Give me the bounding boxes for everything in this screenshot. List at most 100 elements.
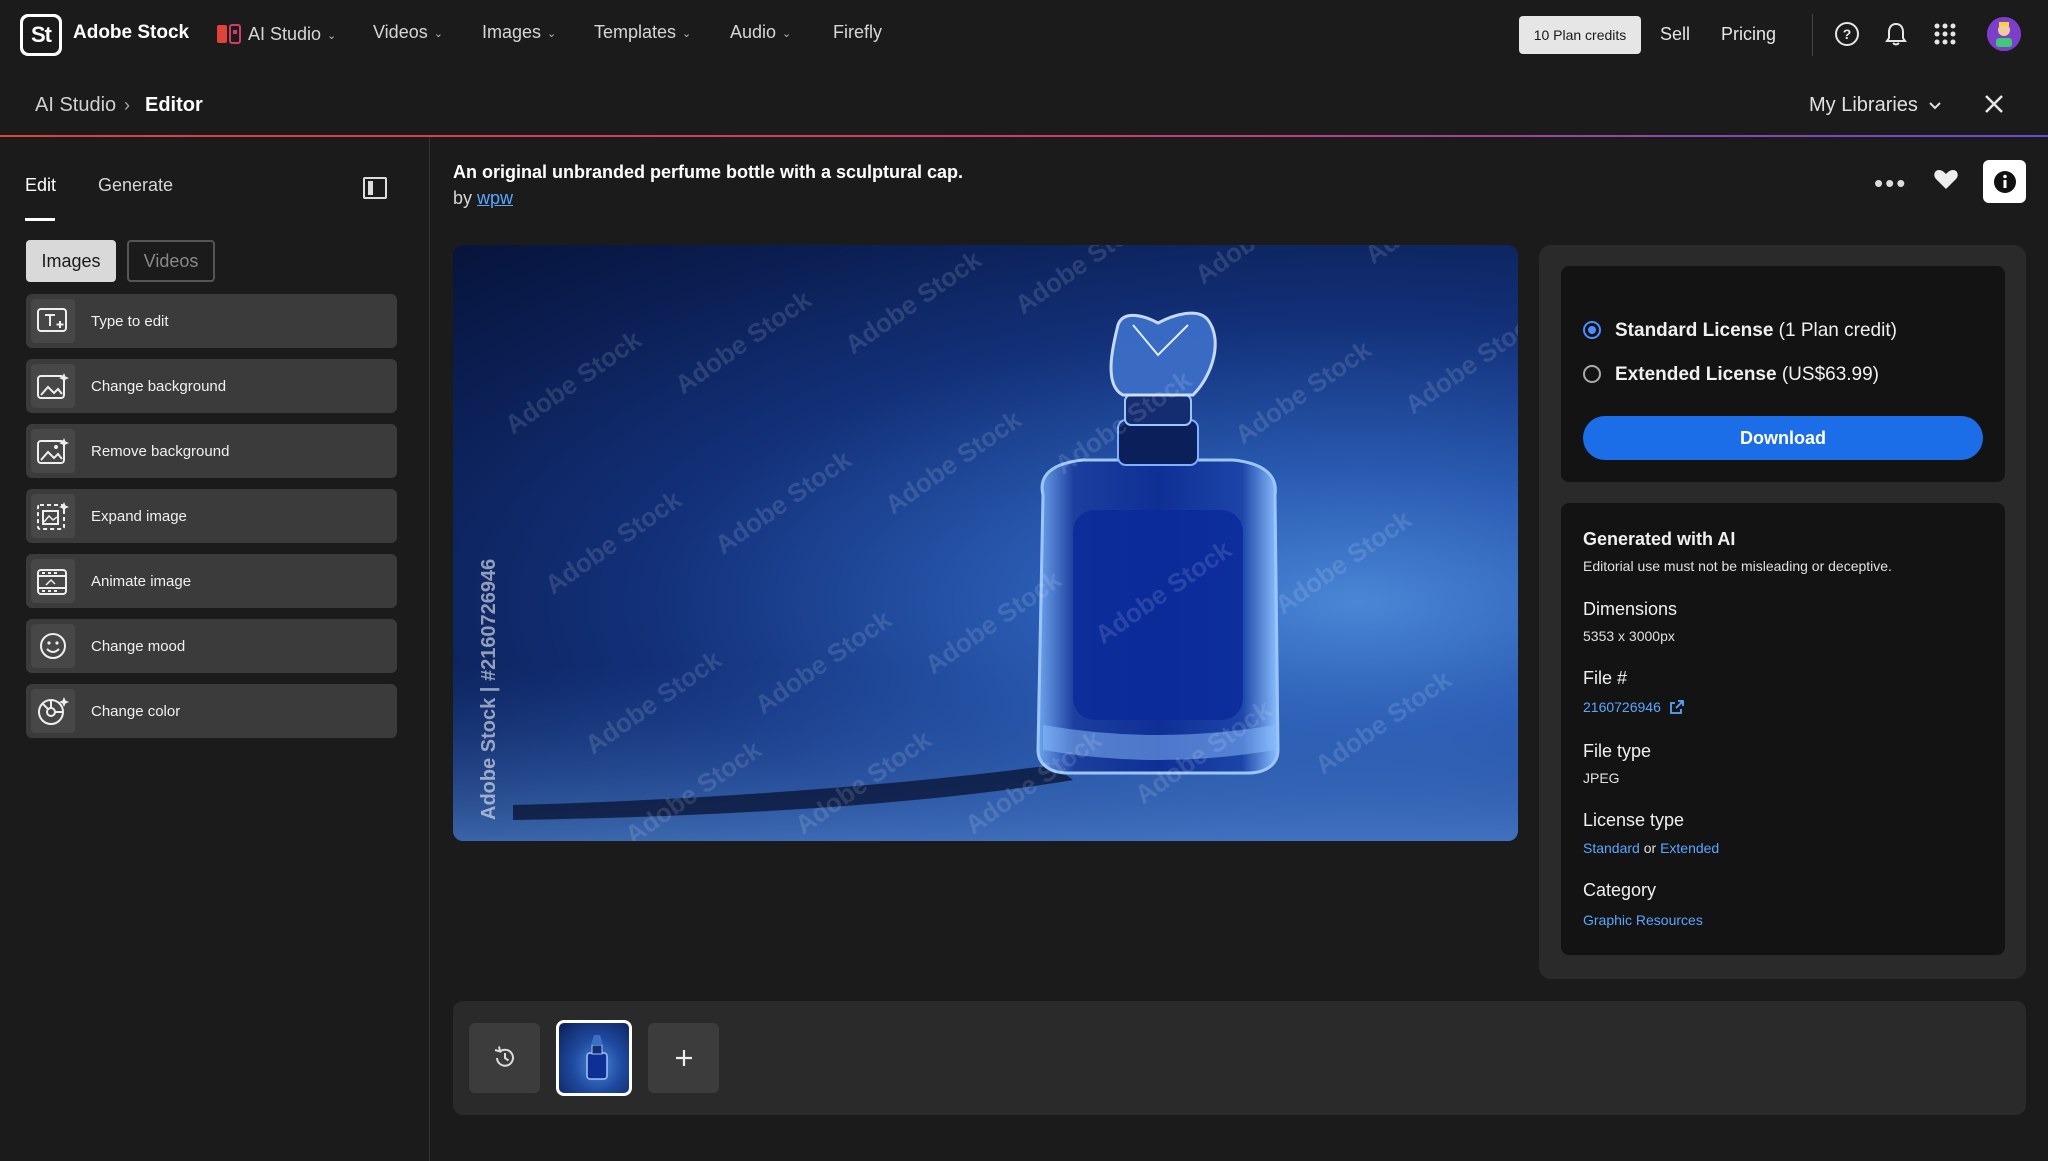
tool-change-mood[interactable]: Change mood <box>26 619 397 673</box>
chevron-right-icon: › <box>124 95 130 115</box>
category-link[interactable]: Graphic Resources <box>1583 912 1703 928</box>
asset-byline: by wpw <box>453 188 513 209</box>
standard-license-price: (1 Plan credit) <box>1778 320 1897 341</box>
plus-icon <box>675 1050 692 1066</box>
extended-license-radio[interactable] <box>1583 365 1601 383</box>
tool-label: Type to edit <box>91 312 169 330</box>
sell-link[interactable]: Sell <box>1660 24 1690 45</box>
panel-collapse-icon[interactable] <box>363 177 387 199</box>
my-libraries-dropdown[interactable]: My Libraries <box>1809 94 1942 117</box>
extended-license-name: Extended License <box>1615 364 1777 385</box>
info-icon <box>1993 170 2016 193</box>
watermark-tile: Adobe Stock <box>1359 245 1507 270</box>
extended-license-label[interactable]: Extended License (US$63.99) <box>1615 364 1879 386</box>
file-number-row[interactable]: 2160726946 <box>1583 699 1685 715</box>
tool-label: Animate image <box>91 572 192 590</box>
brand-name[interactable]: Adobe Stock <box>73 22 189 44</box>
thumbnail-image <box>586 1035 608 1080</box>
close-icon[interactable] <box>1980 90 2008 118</box>
watermark-tile: Adobe Stock <box>879 404 1027 520</box>
watermark-tile: Adobe Stock <box>839 245 987 360</box>
nav-images[interactable]: Images ⌄ <box>482 22 556 43</box>
external-link-icon[interactable] <box>1669 699 1685 715</box>
image-sparkle-icon <box>31 364 75 408</box>
nav-label: AI Studio <box>248 23 322 44</box>
chevron-down-icon <box>1929 101 1941 109</box>
chevron-down-icon: ⌄ <box>433 28 443 40</box>
nav-templates[interactable]: Templates ⌄ <box>594 22 691 43</box>
tool-animate-image[interactable]: Animate image <box>26 554 397 608</box>
breadcrumb-bar <box>0 68 2048 136</box>
watermark-tile: Adobe Stock <box>499 324 647 440</box>
dimensions-value: 5353 x 3000px <box>1583 628 1675 644</box>
history-button[interactable] <box>469 1023 540 1093</box>
active-tab-indicator <box>25 218 55 221</box>
version-thumbnail[interactable] <box>556 1020 632 1096</box>
segment-images[interactable]: Images <box>26 240 116 282</box>
watermark-tile: Adobe Stock <box>1269 504 1417 620</box>
tool-label: Change color <box>91 702 181 720</box>
segment-videos[interactable]: Videos <box>127 240 215 282</box>
watermark-tile: Adobe Stock <box>709 444 857 560</box>
standard-link[interactable]: Standard <box>1583 840 1640 856</box>
adobe-stock-logo[interactable]: St <box>20 14 62 56</box>
user-avatar[interactable] <box>1987 17 2021 51</box>
download-button[interactable]: Download <box>1583 416 1983 460</box>
standard-license-label[interactable]: Standard License (1 Plan credit) <box>1615 320 1897 342</box>
file-type-value: JPEG <box>1583 770 1620 786</box>
chevron-down-icon: ⌄ <box>782 28 792 40</box>
tool-expand-image[interactable]: Expand image <box>26 489 397 543</box>
smiley-icon <box>31 624 75 668</box>
color-palette-icon <box>31 689 75 733</box>
bell-icon[interactable] <box>1882 20 1910 48</box>
nav-firefly[interactable]: Firefly <box>833 22 882 43</box>
license-type-label: License type <box>1583 810 1685 830</box>
pricing-link[interactable]: Pricing <box>1721 24 1776 45</box>
heart-icon[interactable] <box>1933 166 1959 192</box>
top-navigation: St Adobe Stock AI Studio ⌄ Videos ⌄ Imag… <box>0 0 2048 68</box>
extended-license-price: (US$63.99) <box>1781 364 1880 385</box>
watermark-tile: Adobe Stock <box>1399 304 1518 420</box>
tab-generate[interactable]: Generate <box>98 175 173 196</box>
chevron-down-icon: ⌄ <box>547 28 557 40</box>
animate-image-icon <box>31 559 75 603</box>
standard-license-name: Standard License <box>1615 320 1774 341</box>
category-label: Category <box>1583 880 1657 900</box>
my-libraries-label: My Libraries <box>1809 94 1918 116</box>
file-number-link[interactable]: 2160726946 <box>1583 699 1661 715</box>
add-version-button[interactable] <box>648 1023 719 1093</box>
plan-credits-badge[interactable]: 10 Plan credits <box>1519 16 1641 54</box>
tool-change-background[interactable]: Change background <box>26 359 397 413</box>
license-or: or <box>1643 840 1657 856</box>
tool-label: Change background <box>91 377 227 395</box>
more-options-icon[interactable]: ••• <box>1874 168 1907 199</box>
nav-label: Videos <box>373 22 428 42</box>
watermark-tile: Adobe Stock <box>1189 245 1337 290</box>
author-link[interactable]: wpw <box>477 188 513 208</box>
image-preview[interactable]: Adobe Stock Adobe Stock Adobe Stock Adob… <box>453 245 1518 841</box>
extended-link[interactable]: Extended <box>1660 840 1719 856</box>
nav-label: Images <box>482 22 542 42</box>
watermark-tile: Adobe Stock <box>669 284 817 400</box>
nav-ai-studio[interactable]: AI Studio ⌄ <box>216 22 336 46</box>
chevron-down-icon: ⌄ <box>327 29 337 42</box>
tool-remove-background[interactable]: Remove background <box>26 424 397 478</box>
tab-edit[interactable]: Edit <box>25 175 56 196</box>
tool-label: Change mood <box>91 637 186 655</box>
tool-type-to-edit[interactable]: Type to edit <box>26 294 397 348</box>
watermark-tile: Adobe Stock <box>539 484 687 600</box>
tool-change-color[interactable]: Change color <box>26 684 397 738</box>
nav-videos[interactable]: Videos ⌄ <box>373 22 443 43</box>
standard-license-radio[interactable] <box>1583 321 1601 339</box>
breadcrumb-editor: Editor <box>145 94 203 116</box>
logo-mark: St <box>23 17 59 53</box>
info-button[interactable] <box>1983 160 2026 203</box>
license-type-value: Standard or Extended <box>1583 840 1719 856</box>
nav-audio[interactable]: Audio ⌄ <box>730 22 791 43</box>
history-icon <box>494 1046 514 1067</box>
tool-label: Remove background <box>91 442 230 460</box>
apps-grid-icon[interactable] <box>1931 20 1959 48</box>
breadcrumb-ai-studio[interactable]: AI Studio <box>35 94 116 117</box>
byline-prefix: by <box>453 188 473 208</box>
help-icon[interactable]: ? <box>1833 20 1861 48</box>
